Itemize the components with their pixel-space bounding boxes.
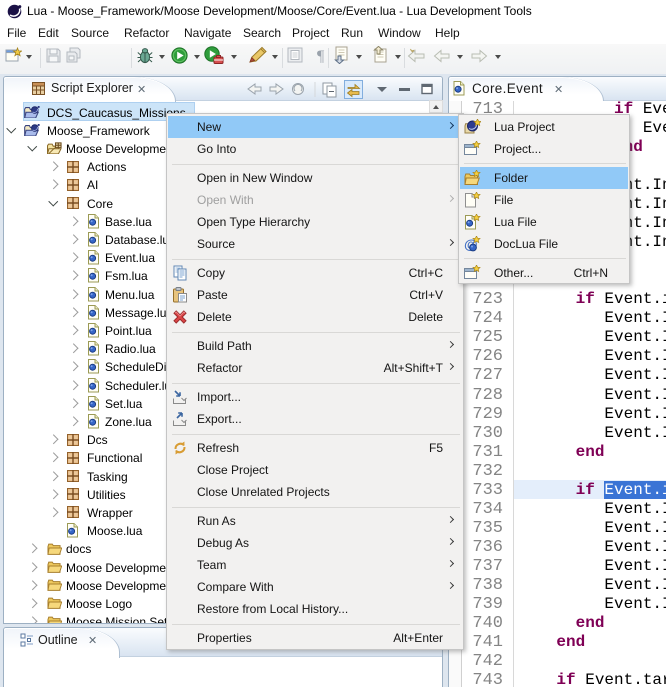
svg-text:¶: ¶ [317,48,325,63]
